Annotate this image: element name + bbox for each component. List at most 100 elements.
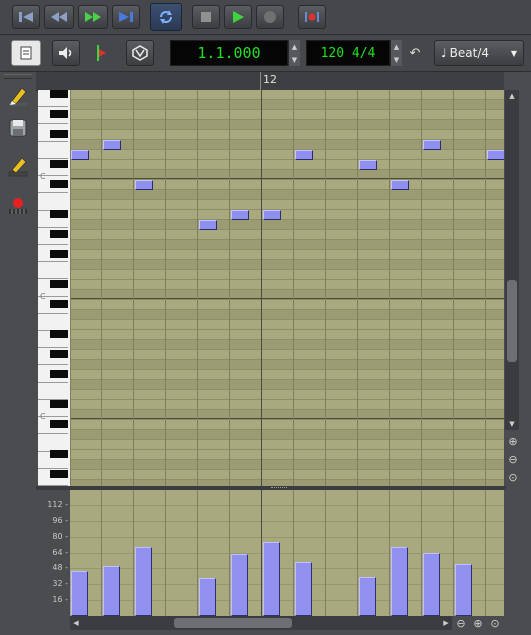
- rewind-button[interactable]: [44, 5, 74, 29]
- scroll-thumb[interactable]: [507, 280, 517, 362]
- fast-forward-button[interactable]: [78, 5, 108, 29]
- piano-black-key[interactable]: [50, 250, 68, 258]
- piano-black-key[interactable]: [50, 420, 68, 428]
- piano-white-key[interactable]: [38, 382, 68, 400]
- piano-black-key[interactable]: [50, 280, 68, 288]
- note-block[interactable]: [359, 160, 377, 170]
- hzoom-out-button[interactable]: ⊖: [454, 616, 468, 630]
- velocity-beat-line: [197, 490, 198, 616]
- tempo-display[interactable]: 120 4/4: [306, 40, 390, 66]
- grid-row: [70, 400, 504, 410]
- velocity-pane[interactable]: [70, 490, 504, 616]
- snap-button[interactable]: [126, 40, 154, 66]
- piano-black-key[interactable]: [50, 160, 68, 168]
- sound-button[interactable]: [52, 40, 80, 66]
- zoom-in-button[interactable]: ⊕: [506, 434, 520, 448]
- velocity-bar[interactable]: [71, 571, 88, 616]
- piano-white-key[interactable]: [38, 262, 68, 280]
- note-block[interactable]: [423, 140, 441, 150]
- position-spinner[interactable]: ▲ ▼: [288, 40, 300, 66]
- timeline-ruler[interactable]: 12: [70, 72, 504, 91]
- note-block[interactable]: [103, 140, 121, 150]
- scroll-down-arrow[interactable]: ▼: [505, 418, 519, 430]
- bar-number: 12: [263, 73, 277, 86]
- zoom-out-button[interactable]: ⊖: [506, 452, 520, 466]
- grid-row: [70, 280, 504, 290]
- velocity-bar[interactable]: [199, 578, 216, 616]
- draw-tool-button[interactable]: [6, 154, 30, 178]
- grid-row: [70, 380, 504, 390]
- piano-white-key[interactable]: [38, 313, 68, 332]
- tempo-spinner[interactable]: ▲ ▼: [390, 40, 402, 66]
- note-block[interactable]: [295, 150, 313, 160]
- velocity-bar[interactable]: [391, 546, 408, 616]
- note-block[interactable]: [71, 150, 89, 160]
- record-pattern-button[interactable]: [6, 194, 30, 218]
- scroll-up-arrow[interactable]: ▲: [505, 90, 519, 102]
- play-button[interactable]: [224, 5, 252, 29]
- velocity-bar[interactable]: [135, 546, 152, 616]
- piano-black-key[interactable]: [50, 370, 68, 378]
- skip-to-end-button[interactable]: [112, 5, 140, 29]
- velocity-bar[interactable]: [359, 577, 376, 616]
- piano-black-key[interactable]: [50, 300, 68, 308]
- note-grid[interactable]: [70, 90, 504, 486]
- snap-icon: [132, 45, 148, 61]
- piano-black-key[interactable]: [50, 180, 68, 188]
- save-tool-button[interactable]: [6, 116, 30, 140]
- velocity-bar[interactable]: [231, 554, 248, 616]
- note-block[interactable]: [231, 210, 249, 220]
- piano-black-key[interactable]: [50, 400, 68, 408]
- velocity-bar[interactable]: [455, 564, 472, 616]
- piano-keyboard[interactable]: C C C: [38, 90, 71, 486]
- loop-button[interactable]: [150, 3, 182, 31]
- horizontal-scrollbar[interactable]: ◀ ▶: [70, 616, 452, 630]
- piano-black-key[interactable]: [50, 470, 68, 478]
- vertical-scrollbar[interactable]: ▲ ▼: [505, 90, 519, 430]
- hzoom-fit-button[interactable]: ⊙: [488, 616, 502, 630]
- grid-row: [70, 130, 504, 140]
- piano-black-key[interactable]: [50, 130, 68, 138]
- piano-black-key[interactable]: [50, 350, 68, 358]
- position-display[interactable]: 1.1.000: [170, 40, 288, 66]
- piano-black-key[interactable]: [50, 230, 68, 238]
- piano-black-key[interactable]: [50, 90, 68, 98]
- velocity-bar[interactable]: [263, 541, 280, 616]
- stop-button[interactable]: [192, 5, 220, 29]
- hscroll-right-arrow[interactable]: ▶: [440, 616, 452, 630]
- playhead-button[interactable]: [90, 42, 110, 64]
- velocity-bar[interactable]: [423, 553, 440, 616]
- octave-label: C: [40, 292, 46, 301]
- piano-white-key[interactable]: [38, 141, 68, 159]
- record-button[interactable]: [256, 5, 284, 29]
- note-block[interactable]: [487, 150, 504, 160]
- quantize-select[interactable]: ♩ Beat/4 ▼: [434, 40, 524, 66]
- hzoom-in-button[interactable]: ⊕: [471, 616, 485, 630]
- hscroll-left-arrow[interactable]: ◀: [70, 616, 82, 630]
- velocity-gridline: [70, 536, 504, 538]
- velocity-bar[interactable]: [103, 566, 120, 616]
- undo-button[interactable]: ↶: [406, 44, 424, 62]
- piano-black-key[interactable]: [50, 210, 68, 218]
- velocity-axis: 112 - 96 - 80 - 64 - 48 - 32 - 16 -: [36, 490, 70, 616]
- document-button[interactable]: [11, 40, 41, 66]
- octave-line: [70, 178, 504, 179]
- skip-to-start-button[interactable]: [12, 5, 40, 29]
- note-block[interactable]: [263, 210, 281, 220]
- piano-black-key[interactable]: [50, 450, 68, 458]
- piano-white-key[interactable]: [38, 434, 68, 452]
- note-block[interactable]: [199, 220, 217, 230]
- record-mode-button[interactable]: [298, 5, 326, 29]
- grid-row: [70, 440, 504, 450]
- note-block[interactable]: [135, 180, 153, 190]
- hscroll-thumb[interactable]: [174, 618, 292, 628]
- piano-black-key[interactable]: [50, 330, 68, 338]
- pencil-tool-button[interactable]: [6, 84, 30, 108]
- velocity-bar[interactable]: [295, 562, 312, 616]
- velocity-beat-line: [325, 490, 326, 616]
- piano-black-key[interactable]: [50, 110, 68, 118]
- piano-white-key[interactable]: [38, 193, 68, 211]
- note-block[interactable]: [391, 180, 409, 190]
- zoom-fit-button[interactable]: ⊙: [506, 470, 520, 484]
- grid-row: [70, 360, 504, 370]
